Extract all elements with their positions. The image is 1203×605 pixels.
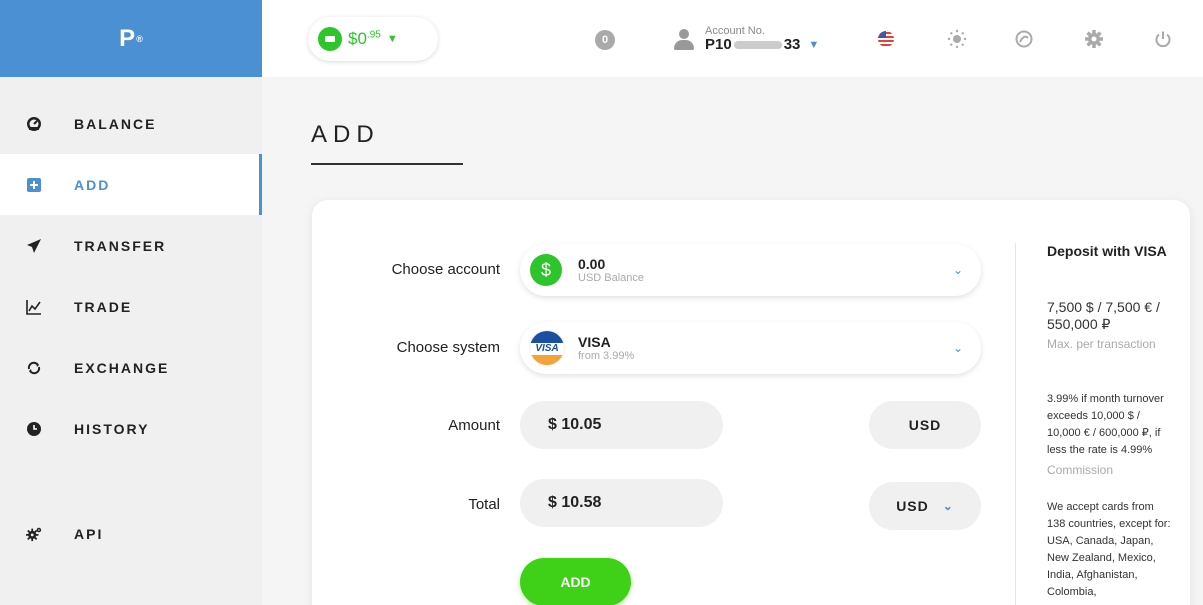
page-title: ADD bbox=[311, 121, 380, 148]
system-sub: from 3.99% bbox=[578, 349, 635, 362]
sidebar-item-transfer[interactable]: TRANSFER bbox=[0, 215, 262, 276]
sidebar-item-label: EXCHANGE bbox=[74, 359, 170, 376]
add-button[interactable]: ADD bbox=[520, 558, 631, 605]
commission-label: Commission bbox=[1047, 463, 1114, 477]
account-sub: USD Balance bbox=[578, 271, 645, 284]
chevron-down-icon: ⌄ bbox=[952, 341, 963, 355]
amount-currency[interactable]: USD bbox=[869, 401, 981, 449]
chevron-down-icon: ⌄ bbox=[952, 263, 963, 277]
sidebar-item-label: BALANCE bbox=[74, 115, 157, 132]
amount-input[interactable]: $ 10.05 bbox=[520, 401, 723, 449]
commission-text: 3.99% if month turnover exceeds 10,000 $… bbox=[1047, 393, 1164, 456]
top-header: $0.95 ▼ 0 Account No. P10 33 ▼ bbox=[262, 0, 1203, 77]
brightness-icon[interactable] bbox=[947, 29, 967, 49]
chevron-down-icon: ⌄ bbox=[942, 499, 954, 513]
system-value: VISA bbox=[578, 333, 611, 350]
amount-label: Amount bbox=[448, 417, 500, 434]
max-per-transaction: 7,500 $ / 7,500 € / 550,000 ₽ bbox=[1047, 299, 1160, 332]
logo-text: P bbox=[119, 24, 136, 52]
wallet-icon bbox=[318, 26, 342, 51]
system-select[interactable]: VISA VISA from 3.99% ⌄ bbox=[520, 322, 981, 374]
balance-amount: $0.95 bbox=[348, 28, 381, 48]
sidebar-nav: BALANCE ADD TRANSFER TRADE EXCHANGE HIST… bbox=[0, 93, 262, 564]
notification-badge[interactable]: 0 bbox=[595, 30, 615, 50]
masked-digits bbox=[733, 41, 782, 49]
countries-text: We accept cards from 138 countries, exce… bbox=[1047, 501, 1171, 598]
account-selector[interactable]: Account No. P10 33 ▼ bbox=[673, 26, 819, 53]
info-panel: Deposit with VISA 7,500 $ / 7,500 € / 55… bbox=[1015, 243, 1175, 605]
exchange-arrows-icon bbox=[26, 360, 42, 376]
user-icon bbox=[673, 28, 695, 51]
logo[interactable]: P ® bbox=[0, 0, 262, 77]
deposit-card: Choose account $ 0.00 USD Balance ⌄ Choo… bbox=[312, 200, 1190, 605]
clock-icon bbox=[26, 421, 42, 437]
sidebar-item-balance[interactable]: BALANCE bbox=[0, 93, 262, 154]
visa-logo-icon: VISA bbox=[530, 331, 564, 365]
sidebar-item-label: HISTORY bbox=[74, 420, 150, 437]
plus-square-icon bbox=[26, 177, 42, 193]
dashboard-icon bbox=[26, 116, 42, 132]
sidebar-item-label: ADD bbox=[74, 176, 111, 193]
sidebar-item-api[interactable]: API bbox=[0, 503, 262, 564]
total-currency-select[interactable]: USD ⌄ bbox=[869, 482, 981, 530]
choose-account-label: Choose account bbox=[391, 261, 500, 278]
choose-system-label: Choose system bbox=[396, 339, 500, 356]
sidebar-item-add[interactable]: ADD bbox=[0, 154, 262, 215]
total-label: Total bbox=[468, 496, 500, 513]
info-title: Deposit with VISA bbox=[1047, 243, 1167, 259]
chart-line-icon bbox=[26, 299, 42, 315]
account-select[interactable]: $ 0.00 USD Balance ⌄ bbox=[520, 244, 981, 296]
sidebar-item-label: API bbox=[74, 525, 104, 542]
power-icon[interactable] bbox=[1153, 29, 1173, 49]
logo-mark: ® bbox=[136, 33, 143, 44]
sidebar: P ® BALANCE ADD TRANSFER TRADE EXCHANGE … bbox=[0, 0, 262, 605]
balance-dropdown[interactable]: $0.95 ▼ bbox=[308, 16, 438, 61]
sidebar-item-history[interactable]: HISTORY bbox=[0, 398, 262, 459]
paper-plane-icon bbox=[26, 238, 42, 254]
caret-down-icon: ▼ bbox=[386, 32, 398, 45]
caret-down-icon: ▼ bbox=[808, 38, 820, 51]
sidebar-item-label: TRADE bbox=[74, 298, 133, 315]
max-label: Max. per transaction bbox=[1047, 337, 1156, 351]
sidebar-item-label: TRANSFER bbox=[74, 237, 167, 254]
gears-icon bbox=[26, 526, 42, 542]
total-field: $ 10.58 bbox=[520, 479, 723, 527]
dollar-coin-icon: $ bbox=[530, 254, 562, 286]
settings-gear-icon[interactable] bbox=[1084, 29, 1104, 49]
title-underline bbox=[311, 163, 463, 165]
us-flag-icon[interactable] bbox=[876, 29, 896, 49]
account-number: P10 33 bbox=[705, 36, 801, 53]
account-value: 0.00 bbox=[578, 255, 606, 272]
sidebar-item-trade[interactable]: TRADE bbox=[0, 276, 262, 337]
sidebar-item-exchange[interactable]: EXCHANGE bbox=[0, 337, 262, 398]
support-icon[interactable] bbox=[1014, 29, 1034, 49]
